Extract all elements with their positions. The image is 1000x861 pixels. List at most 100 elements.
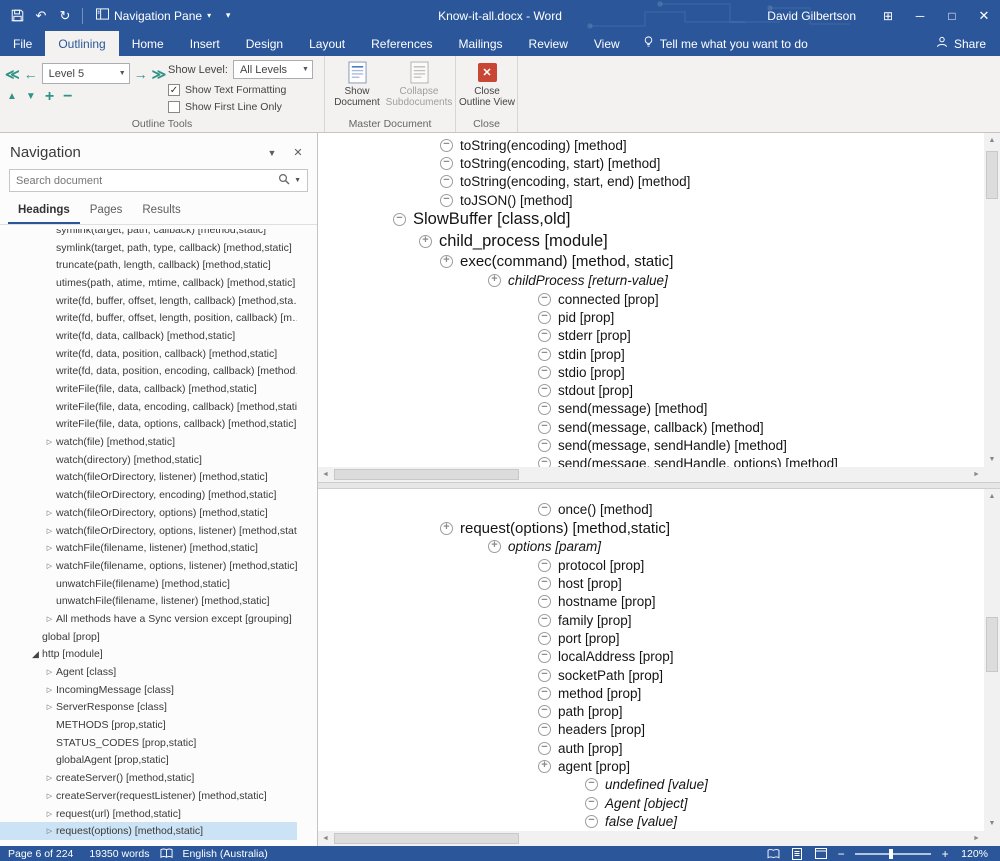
nav-heading-item[interactable]: ▷ Agent [class] [0,663,297,681]
collapse-circle-icon[interactable]: − [538,384,551,398]
scroll-left-icon[interactable]: ◄ [318,467,333,482]
chevron-right-icon[interactable]: ▷ [43,544,56,552]
promote-icon[interactable]: ← [24,67,38,81]
nav-heading-item[interactable]: unwatchFile(filename) [method,static] [0,575,297,593]
nav-heading-item[interactable]: ◢ http [module] [0,646,297,664]
scroll-left-icon[interactable]: ◄ [318,831,333,846]
outline-level-select[interactable]: Level 5 ▼ [41,63,130,84]
chevron-right-icon[interactable]: ▷ [43,792,56,800]
chevron-right-icon[interactable]: ▷ [43,438,56,446]
expand-circle-icon[interactable]: + [419,234,432,248]
collapse-circle-icon[interactable]: − [538,457,551,467]
outline-row[interactable]: − path [prop] [318,702,984,720]
move-up-icon[interactable]: ▲ [7,90,17,104]
tab-file[interactable]: File [0,31,45,56]
outline-row[interactable]: − send(message) [method] [318,400,984,418]
outline-row[interactable]: + childProcess [return-value] [318,272,984,290]
expand-circle-icon[interactable]: + [538,760,551,773]
nav-tab-results[interactable]: Results [132,201,190,224]
scroll-up-icon[interactable]: ▲ [984,489,1000,504]
vertical-scrollbar-bottom[interactable]: ▲ ▼ [984,489,1000,831]
scroll-right-icon[interactable]: ► [969,467,984,482]
outline-row[interactable]: − auth [prop] [318,739,984,757]
zoom-slider-thumb[interactable] [888,848,893,859]
search-input[interactable] [16,174,279,187]
nav-heading-item[interactable]: writeFile(file, data, encoding, callback… [0,398,297,416]
collapse-circle-icon[interactable]: − [440,156,453,170]
nav-heading-item[interactable]: ▷ IncomingMessage [class] [0,681,297,699]
collapse-circle-icon[interactable]: − [393,213,406,227]
nav-heading-item[interactable]: write(fd, buffer, offset, length, callba… [0,292,297,310]
nav-heading-item[interactable]: ▷ watch(fileOrDirectory, options) [method… [0,504,297,522]
zoom-in-icon[interactable]: + [937,847,953,861]
collapse-circle-icon[interactable]: − [585,778,598,792]
collapse-circle-icon[interactable]: − [538,577,551,591]
outline-row[interactable]: − localAddress [prop] [318,648,984,666]
outline-row[interactable]: − family [prop] [318,611,984,629]
proofing-icon[interactable] [158,848,175,859]
nav-heading-item[interactable]: truncate(path, length, callback) [method… [0,256,297,274]
outline-row[interactable]: − Agent [object] [318,794,984,812]
expand-circle-icon[interactable]: + [440,521,453,535]
show-first-line-only-checkbox[interactable]: Show First Line Only [168,101,282,113]
navigation-pane-toggle-button[interactable]: Navigation Pane ▾ [89,4,218,28]
outline-row[interactable]: − toString(encoding, start, end) [method] [318,173,984,191]
zoom-out-icon[interactable]: − [833,847,849,861]
outline-row[interactable]: + child_process [module] [318,231,984,253]
collapse-circle-icon[interactable]: − [538,595,551,609]
nav-heading-item[interactable]: globalAgent [prop,static] [0,752,297,770]
scroll-down-icon[interactable]: ▼ [984,816,1000,831]
collapse-circle-icon[interactable]: − [538,402,551,416]
expand-circle-icon[interactable]: + [440,255,453,269]
show-level-select[interactable]: All Levels ▼ [232,60,313,79]
nav-heading-item[interactable]: watch(directory) [method,static] [0,451,297,469]
expand-circle-icon[interactable]: + [488,540,501,554]
scrollbar-thumb[interactable] [986,151,998,199]
zoom-slider[interactable] [855,848,932,859]
collapse-circle-icon[interactable]: − [538,613,551,627]
tell-me-box[interactable]: Tell me what you want to do [643,31,808,56]
chevron-right-icon[interactable]: ▷ [43,509,56,517]
outline-row[interactable]: − toJSON() [method] [318,191,984,209]
chevron-right-icon[interactable]: ▷ [43,827,56,835]
outline-row[interactable]: − undefined [value] [318,776,984,794]
collapse-circle-icon[interactable]: − [538,650,551,664]
vertical-scrollbar-top[interactable]: ▲ ▼ [984,133,1000,467]
outline-row[interactable]: − headers [prop] [318,721,984,739]
outline-row[interactable]: − stderr [prop] [318,327,984,345]
minimize-button[interactable]: ─ [904,0,936,31]
collapse-circle-icon[interactable]: − [538,347,551,361]
collapse-circle-icon[interactable]: − [538,420,551,434]
nav-heading-item[interactable]: write(fd, buffer, offset, length, positi… [0,309,297,327]
chevron-down-icon[interactable]: ▼ [290,177,303,184]
collapse-circle-icon[interactable]: − [538,292,551,306]
nav-heading-item[interactable]: ▷ watchFile(filename, options, listener) … [0,557,297,575]
demote-to-body-icon[interactable]: ≫ [152,67,167,81]
tab-insert[interactable]: Insert [177,31,233,56]
nav-heading-item[interactable]: global [prop] [0,628,297,646]
signed-in-user[interactable]: David Gilbertson [767,9,856,23]
outline-row[interactable]: − send(message, sendHandle, options) [met… [318,455,984,467]
search-icon[interactable] [278,172,290,190]
nav-heading-item[interactable]: ▷ createServer() [method,static] [0,769,297,787]
scroll-up-icon[interactable]: ▲ [984,133,1000,148]
web-layout-icon[interactable] [809,848,833,859]
nav-heading-item[interactable]: writeFile(file, data, callback) [method,… [0,380,297,398]
chevron-right-icon[interactable]: ▷ [43,615,56,623]
collapse-circle-icon[interactable]: − [538,686,551,700]
scrollbar-thumb[interactable] [334,833,519,844]
outline-row[interactable]: + options [param] [318,538,984,556]
nav-heading-item[interactable]: watch(fileOrDirectory, listener) [method… [0,469,297,487]
promote-to-heading1-icon[interactable]: ≪ [5,67,20,81]
scrollbar-thumb[interactable] [986,617,998,672]
outline-row[interactable]: − host [prop] [318,574,984,592]
undo-icon[interactable]: ↶ [30,4,52,28]
outline-row[interactable]: − pid [prop] [318,308,984,326]
nav-tab-headings[interactable]: Headings [8,201,80,224]
collapse-circle-icon[interactable]: − [440,138,453,152]
collapse-circle-icon[interactable]: − [538,329,551,343]
split-bar[interactable] [318,482,1000,489]
outline-row[interactable]: − stdin [prop] [318,345,984,363]
collapse-circle-icon[interactable]: − [538,631,551,645]
pane-close-icon[interactable]: ✕ [285,146,311,159]
